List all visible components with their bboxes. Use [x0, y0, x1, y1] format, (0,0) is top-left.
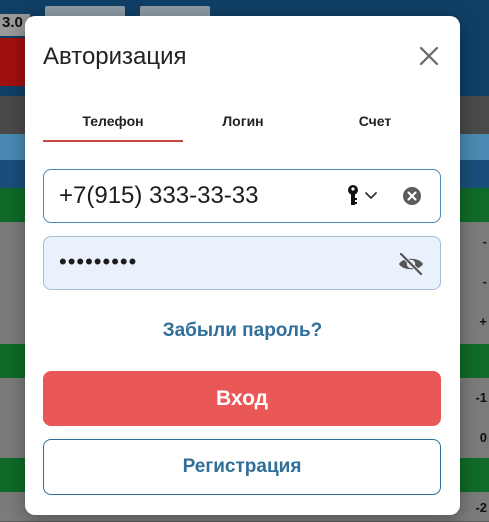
password-input-value[interactable]: ••••••••• [59, 249, 137, 275]
background-value: -2 [475, 500, 487, 515]
close-icon [419, 46, 439, 66]
tab-phone[interactable]: Телефон [43, 112, 183, 142]
background-value: -1 [475, 390, 487, 405]
key-icon [348, 185, 358, 205]
phone-field[interactable]: +7(915) 333-33-33 [43, 169, 441, 223]
tab-account[interactable]: Счет [305, 112, 445, 142]
tab-login[interactable]: Логин [173, 112, 313, 142]
password-field[interactable]: ••••••••• [43, 236, 441, 290]
background-value: + [479, 314, 487, 329]
clear-phone-button[interactable] [402, 186, 422, 206]
background-red-block [0, 38, 26, 86]
login-button[interactable]: Вход [43, 371, 441, 426]
auth-method-select[interactable] [346, 184, 380, 208]
background-value: 0 [479, 430, 487, 445]
background-value: - [482, 234, 487, 249]
toggle-password-visibility[interactable] [397, 251, 425, 277]
clear-circle-icon [403, 187, 421, 205]
phone-input-value[interactable]: +7(915) 333-33-33 [59, 182, 258, 210]
auth-tabs: Телефон Логин Счет [43, 112, 441, 142]
close-button[interactable] [416, 43, 442, 69]
background-value: - [482, 274, 487, 289]
auth-modal: Авторизация Телефон Логин Счет +7(915) 3… [25, 16, 460, 515]
modal-title: Авторизация [43, 43, 187, 70]
chevron-down-icon [365, 192, 377, 199]
eye-off-icon [399, 252, 423, 276]
register-button[interactable]: Регистрация [43, 439, 441, 495]
forgot-password-link[interactable]: Забыли пароль? [25, 320, 460, 342]
